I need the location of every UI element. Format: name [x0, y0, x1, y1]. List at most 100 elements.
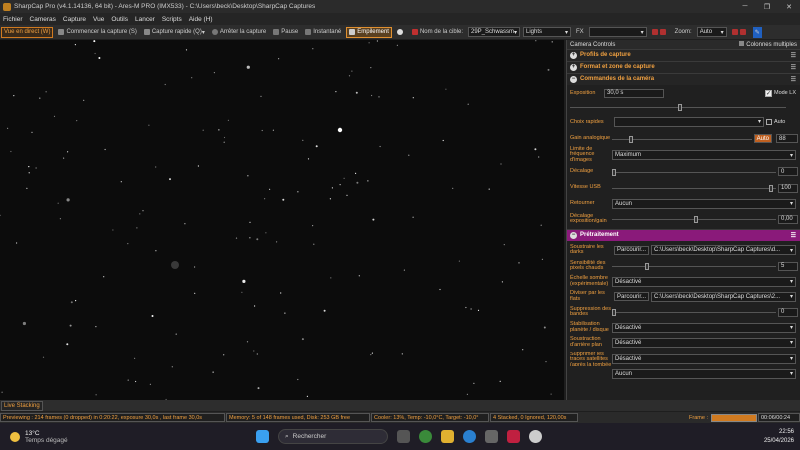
chevron-down-icon: ▾: [564, 29, 568, 36]
star: [149, 383, 151, 385]
live-stacking-tab[interactable]: Live Stacking: [1, 400, 43, 411]
gain-slider[interactable]: [612, 135, 752, 143]
darkscale-select[interactable]: Désactivé ▾: [612, 276, 796, 287]
edge-icon[interactable]: [463, 430, 476, 443]
gain-auto-button[interactable]: Auto: [753, 134, 772, 143]
star: [136, 227, 138, 229]
section-format[interactable]: + Format et zone de capture ☰: [567, 61, 800, 73]
hotpix-input[interactable]: 5: [778, 261, 798, 271]
status-memory: Memory: 5 of 148 frames used, Disk: 253 …: [226, 413, 370, 422]
target-name-input[interactable]: 29P_Schwassm ▾: [468, 27, 520, 37]
exposure-row: Exposition 30,0 s ✓ Mode LX: [567, 87, 800, 99]
close-button[interactable]: ✕: [778, 0, 800, 13]
offset-slider[interactable]: [612, 168, 776, 176]
tools-icons[interactable]: [730, 27, 750, 38]
banding-slider[interactable]: [612, 309, 776, 316]
stacking-button[interactable]: Empilement: [346, 26, 392, 38]
image-viewer[interactable]: [0, 40, 564, 401]
gain-label: Gain analogique: [570, 134, 611, 141]
sharpcap-taskbar-icon[interactable]: [529, 430, 542, 443]
windows-start-icon[interactable]: [256, 430, 269, 443]
pause-button[interactable]: Pause: [271, 27, 300, 38]
darks-path-select[interactable]: C:\Users\beck\Desktop\SharpCap Captures\…: [651, 245, 796, 255]
frame-type-select[interactable]: Lights ▾: [523, 27, 571, 37]
usb-row: Vitesse USB 100: [567, 180, 800, 196]
chevron-down-icon: ▾: [789, 247, 793, 254]
auto-checkbox[interactable]: [766, 118, 772, 125]
section-profiles[interactable]: + Profils de capture ☰: [567, 49, 800, 61]
flats-browse-button[interactable]: Parcourir...: [614, 292, 650, 301]
histogram-icon: [651, 29, 658, 35]
menu-outils[interactable]: Outils: [111, 16, 128, 23]
search-icon: ⌕: [285, 432, 289, 440]
section-camera-label: Commandes de la caméra: [580, 76, 655, 82]
menu-vue[interactable]: Vue: [93, 16, 104, 23]
flats-browse-label: Parcourir...: [617, 293, 647, 300]
zoom-select[interactable]: Auto ▾: [696, 27, 727, 37]
histogram-icons[interactable]: [650, 27, 670, 38]
star-field: [0, 40, 553, 401]
flats-path-select[interactable]: C:\Users\beck\Desktop\SharpCap Captures\…: [651, 291, 796, 302]
file-explorer-icon[interactable]: [441, 430, 454, 443]
lx-mode-checkbox[interactable]: ✓: [764, 89, 772, 97]
quick-capture-button[interactable]: Capture rapide (Q) ▾: [142, 27, 207, 38]
weather-widget[interactable]: 13°C Temps dégagé: [10, 430, 68, 444]
star: [307, 158, 310, 160]
menu-lancer[interactable]: Lancer: [135, 16, 155, 23]
menu-fichier[interactable]: Fichier: [3, 16, 23, 23]
offset-input[interactable]: 0: [778, 167, 798, 176]
last-select[interactable]: Aucun ▾: [612, 368, 796, 379]
exp-offset-input[interactable]: 0,00: [778, 214, 798, 224]
exp-offset-slider[interactable]: [612, 216, 776, 223]
record-icon[interactable]: [395, 27, 407, 38]
exposure-slider[interactable]: [570, 104, 786, 111]
usb-input[interactable]: 100: [778, 183, 798, 193]
snapshot-button[interactable]: Instantané: [303, 27, 343, 38]
task-view-icon[interactable]: [397, 430, 410, 443]
star: [213, 72, 215, 74]
maximize-button[interactable]: ❐: [756, 0, 778, 13]
target-icon: [411, 29, 418, 35]
minimize-button[interactable]: ─: [734, 0, 756, 13]
app-icon-grid[interactable]: [485, 430, 498, 443]
frame-limit-label: Limite de fréquence d'images: [570, 145, 595, 163]
frame-limit-row: Limite de fréquence d'images Maximum ▾: [567, 145, 800, 163]
star: [378, 96, 380, 98]
menu-cameras[interactable]: Cameras: [30, 16, 56, 23]
section-preprocessing[interactable]: − Prétraitement ☰: [567, 229, 800, 241]
taskbar-search[interactable]: ⌕ Rechercher: [278, 429, 388, 444]
darks-browse-button[interactable]: Parcourir...: [614, 245, 650, 255]
usb-slider[interactable]: [612, 185, 776, 192]
multi-column-toggle[interactable]: Colonnes multiples: [739, 41, 797, 48]
menu-scripts[interactable]: Scripts: [162, 16, 182, 23]
hotpix-slider[interactable]: [612, 263, 776, 270]
app-icon-red[interactable]: [507, 430, 520, 443]
frame-limit-select[interactable]: Maximum ▾: [612, 150, 796, 160]
satellite-select[interactable]: Désactivé ▾: [612, 353, 796, 364]
system-tray[interactable]: 22:56 25/04/2026: [764, 428, 794, 446]
exposure-input[interactable]: 30,0 s: [604, 88, 664, 98]
star: [499, 380, 501, 382]
menu-capture[interactable]: Capture: [63, 16, 86, 23]
banding-input[interactable]: 0: [778, 307, 798, 317]
star: [302, 139, 304, 141]
planet-select[interactable]: Désactivé ▾: [612, 322, 796, 333]
star: [339, 184, 341, 186]
start-capture-button[interactable]: Commencer la capture (S): [56, 27, 138, 38]
app-icon-green[interactable]: [419, 430, 432, 443]
gain-input[interactable]: 88: [776, 134, 798, 143]
fx-select[interactable]: ▾: [588, 27, 647, 37]
chevron-down-icon: ▾: [789, 356, 793, 362]
clock-date: 25/04/2026: [763, 438, 794, 444]
section-camera[interactable]: − Commandes de la caméra ☰: [567, 73, 800, 85]
star: [547, 68, 550, 71]
quick-choice-select[interactable]: ▾: [614, 116, 764, 127]
previewing-text: Previewing : 214 frames (0 dropped) in 0…: [3, 414, 203, 421]
plus-icon: +: [570, 64, 577, 71]
stop-capture-button[interactable]: Arrêter la capture: [210, 27, 268, 38]
pin-button[interactable]: ✎: [752, 26, 762, 38]
flip-select[interactable]: Aucun ▾: [612, 198, 796, 209]
menu-aide[interactable]: Aide (H): [189, 16, 213, 23]
background-select[interactable]: Désactivé ▾: [612, 337, 796, 348]
live-view-button[interactable]: Vue en direct (W): [1, 26, 54, 38]
